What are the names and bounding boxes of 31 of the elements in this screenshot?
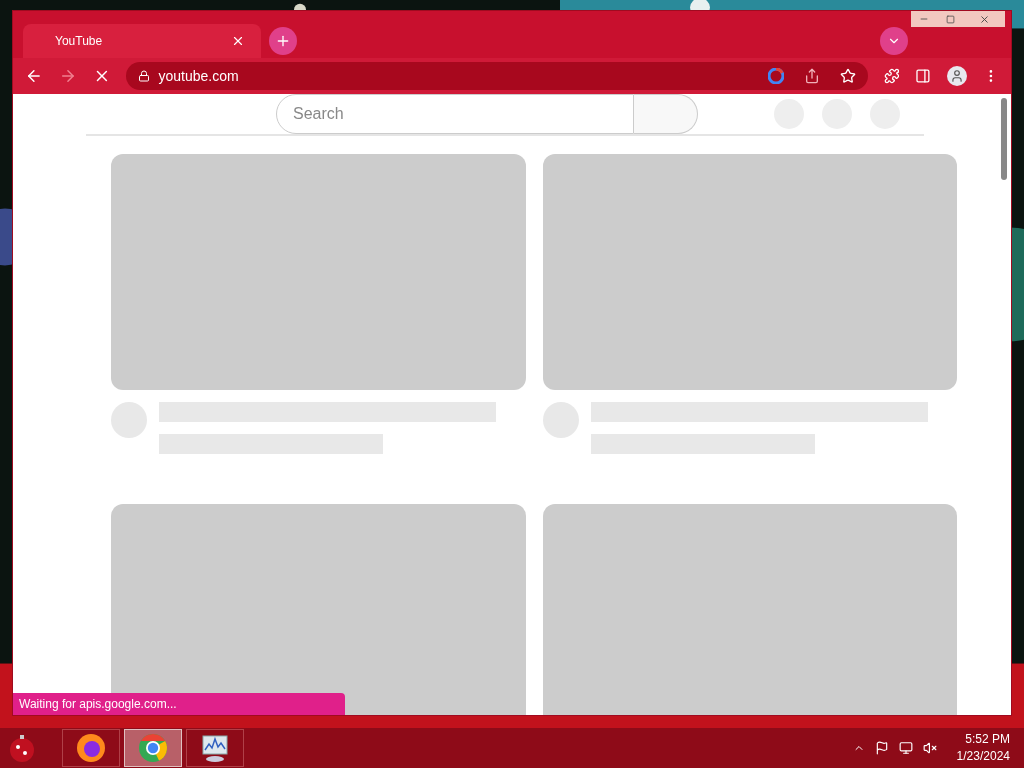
scrollbar-thumb[interactable] [1001, 98, 1007, 180]
muted-speaker-icon[interactable] [922, 741, 937, 755]
bookmark-star-icon[interactable] [839, 68, 856, 84]
clock-time: 5:52 PM [965, 731, 1010, 748]
resource-monitor-icon [199, 732, 231, 764]
new-tab-button[interactable] [269, 27, 297, 55]
firefox-icon [75, 732, 107, 764]
taskbar-app[interactable] [62, 729, 120, 767]
url-text: youtube.com [158, 66, 240, 86]
search-field[interactable]: Search [276, 94, 634, 134]
google-icon[interactable] [767, 68, 784, 84]
flag-icon[interactable] [874, 741, 889, 755]
share-icon[interactable] [803, 68, 820, 84]
clock-date: 1/23/2024 [956, 748, 1010, 765]
chrome-icon [137, 732, 169, 764]
side-panel-icon[interactable] [915, 68, 932, 84]
back-icon[interactable] [25, 67, 43, 85]
browser-tab[interactable]: YouTube [23, 24, 261, 58]
close-icon [978, 13, 990, 25]
tab-title-text: YouTube [55, 33, 104, 50]
network-icon[interactable] [898, 741, 913, 755]
lock-icon [138, 70, 151, 82]
plus-icon [275, 33, 291, 49]
extensions-icon[interactable] [883, 68, 900, 84]
close-tab-icon[interactable] [231, 34, 245, 48]
maximize-icon [945, 14, 955, 24]
taskbar-app[interactable] [186, 729, 244, 767]
status-text: Waiting for apis.google.com... [19, 696, 177, 713]
taskbar-app[interactable] [124, 729, 182, 767]
profile-avatar[interactable] [947, 66, 968, 86]
address-bar[interactable]: youtube.com [126, 62, 868, 90]
